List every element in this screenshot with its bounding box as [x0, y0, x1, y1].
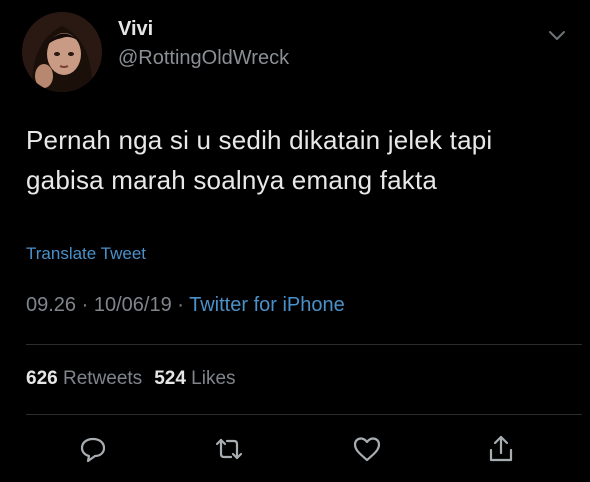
- display-name[interactable]: Vivi: [118, 18, 153, 41]
- tweet-text: Pernah nga si u sedih dikatain jelek tap…: [26, 120, 566, 200]
- tweet-text-line: Pernah nga si u sedih dikatain jelek tap…: [26, 125, 493, 155]
- retweets-count: 626: [26, 368, 58, 389]
- share-icon[interactable]: [484, 432, 518, 466]
- tweet-header: Vivi @RottingOldWreck: [22, 12, 568, 92]
- chevron-down-icon[interactable]: [546, 24, 568, 46]
- likes-stat[interactable]: 524 Likes: [154, 368, 235, 389]
- action-bar: [0, 432, 590, 472]
- tweet-text-line: gabisa marah soalnya emang fakta: [26, 165, 438, 195]
- tweet-card: Vivi @RottingOldWreck Pernah nga si u se…: [0, 0, 590, 482]
- meta-separator: ·: [171, 294, 190, 316]
- divider: [26, 344, 582, 345]
- retweets-label: Retweets: [62, 368, 143, 389]
- retweet-icon[interactable]: [212, 432, 246, 466]
- tweet-stats: 626 Retweets 524 Likes: [26, 368, 236, 390]
- username[interactable]: @RottingOldWreck: [118, 47, 289, 70]
- likes-count: 524: [154, 368, 186, 389]
- tweet-meta: 09.26 · 10/06/19 · Twitter for iPhone: [26, 294, 345, 317]
- retweets-stat[interactable]: 626 Retweets: [26, 368, 142, 389]
- tweet-source-link[interactable]: Twitter for iPhone: [189, 294, 345, 316]
- reply-icon[interactable]: [76, 432, 110, 466]
- likes-label: Likes: [191, 368, 236, 389]
- avatar[interactable]: [22, 12, 102, 92]
- avatar-image: [22, 12, 102, 92]
- divider: [26, 414, 582, 415]
- translate-tweet-link[interactable]: Translate Tweet: [26, 244, 146, 264]
- tweet-time: 09.26: [26, 294, 77, 316]
- meta-separator: ·: [76, 294, 94, 316]
- heart-icon[interactable]: [350, 432, 384, 466]
- tweet-date: 10/06/19: [93, 294, 172, 316]
